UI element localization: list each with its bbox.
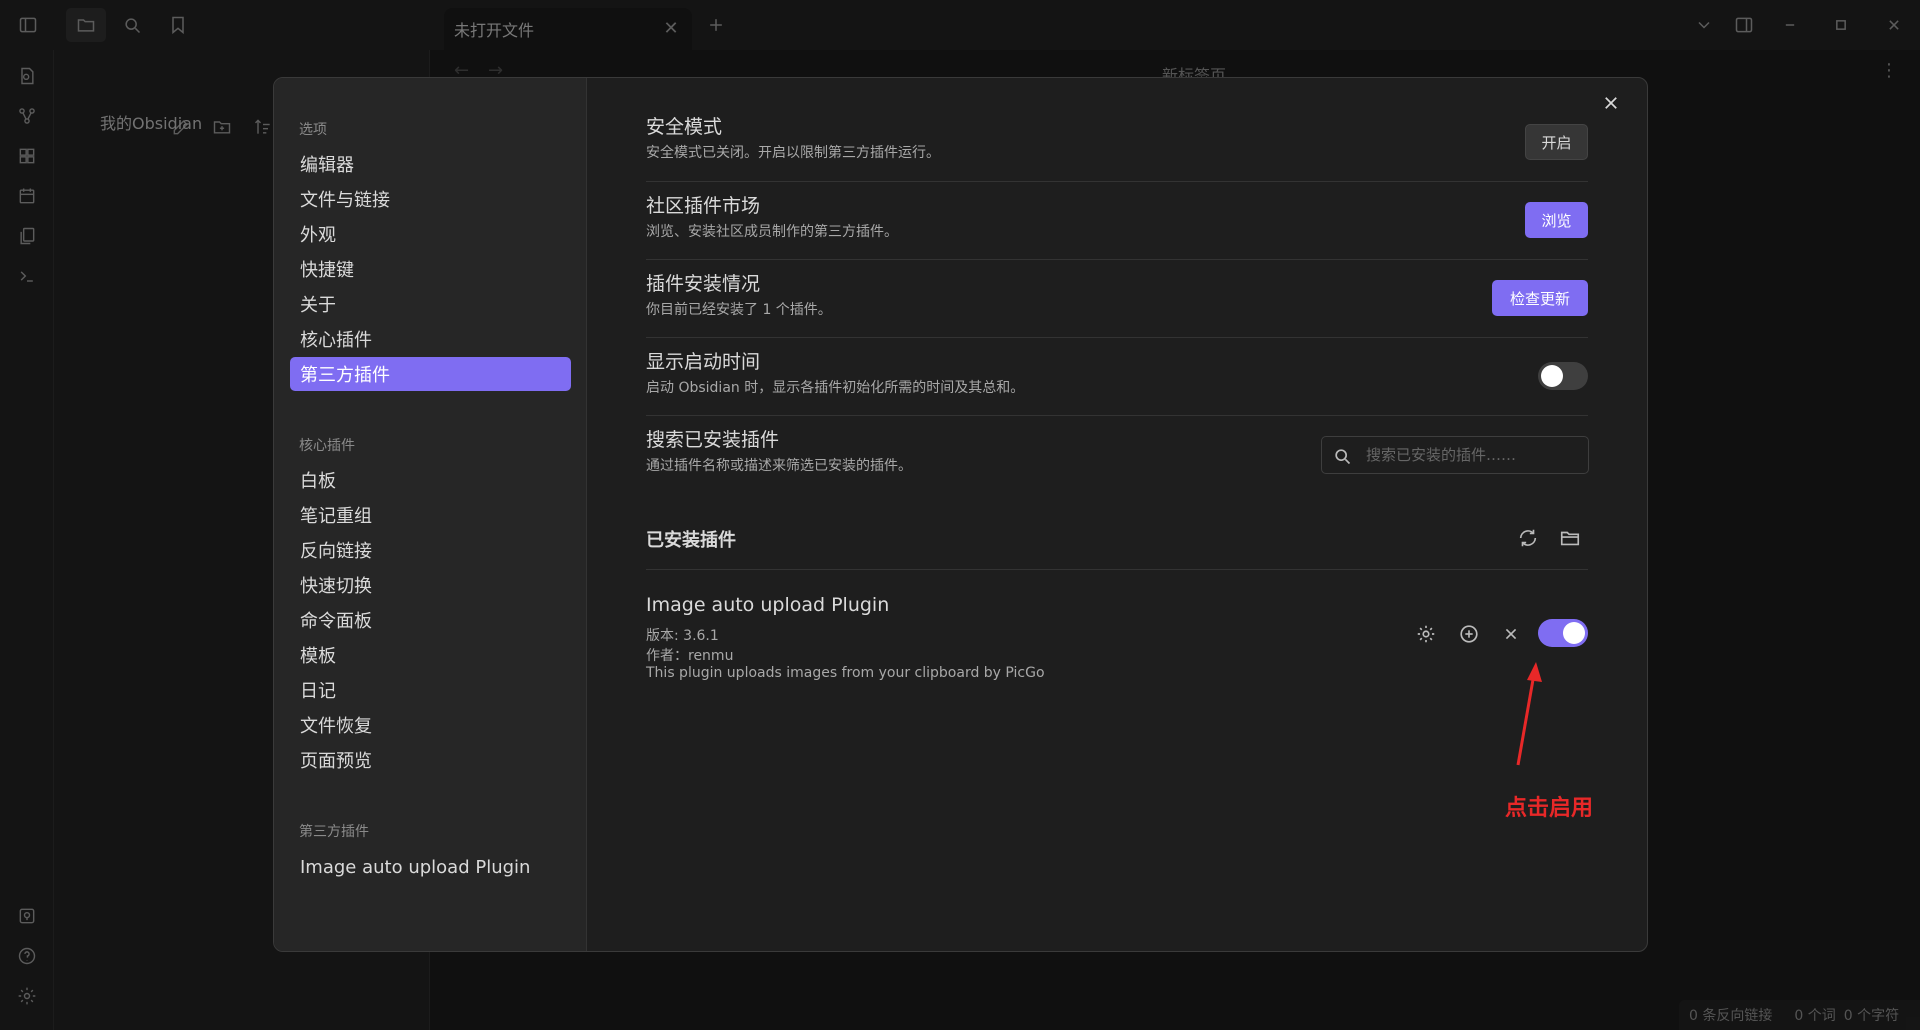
nav-page-preview[interactable]: 页面预览 bbox=[290, 743, 571, 777]
annotation-label: 点击启用 bbox=[1505, 796, 1594, 821]
nav-files-links[interactable]: 文件与链接 bbox=[290, 182, 571, 216]
nav-image-auto-upload[interactable]: Image auto upload Plugin bbox=[290, 850, 571, 884]
open-plugins-folder-icon[interactable] bbox=[1555, 523, 1585, 553]
settings-modal: 选项 编辑器 文件与链接 外观 快捷键 关于 核心插件 第三方插件 核心插件 白… bbox=[273, 77, 1648, 952]
install-status-desc: 你目前已经安装了 1 个插件。 bbox=[646, 302, 832, 318]
safe-mode-button[interactable]: 开启 bbox=[1525, 124, 1588, 160]
settings-sidebar: 选项 编辑器 文件与链接 外观 快捷键 关于 核心插件 第三方插件 核心插件 白… bbox=[274, 78, 587, 951]
nav-canvas[interactable]: 白板 bbox=[290, 463, 571, 497]
search-plugins-name: 搜索已安装插件 bbox=[646, 429, 780, 451]
nav-about[interactable]: 关于 bbox=[290, 287, 571, 321]
plugin-item-image-auto-upload: Image auto upload Plugin 版本: 3.6.1 作者：re… bbox=[646, 570, 1588, 681]
plugin-settings-gear-icon[interactable] bbox=[1411, 619, 1441, 649]
search-icon bbox=[1335, 449, 1351, 465]
install-status-name: 插件安装情况 bbox=[646, 273, 761, 295]
nav-hotkeys[interactable]: 快捷键 bbox=[290, 252, 571, 286]
nav-core-plugins[interactable]: 核心插件 bbox=[290, 322, 571, 356]
safe-mode-desc: 安全模式已关闭。开启以限制第三方插件运行。 bbox=[646, 145, 940, 161]
plugin-name: Image auto upload Plugin bbox=[646, 594, 890, 616]
nav-backlinks[interactable]: 反向链接 bbox=[290, 533, 571, 567]
thirdparty-plugins-header: 第三方插件 bbox=[299, 824, 369, 840]
browse-button[interactable]: 浏览 bbox=[1525, 202, 1588, 238]
installed-plugins-title: 已安装插件 bbox=[646, 530, 736, 551]
community-market-desc: 浏览、安装社区成员制作的第三方插件。 bbox=[646, 224, 898, 240]
setting-safe-mode: 安全模式 安全模式已关闭。开启以限制第三方插件运行。 开启 bbox=[646, 106, 1588, 182]
check-updates-button[interactable]: 检查更新 bbox=[1492, 280, 1588, 316]
safe-mode-name: 安全模式 bbox=[646, 116, 723, 138]
nav-daily-notes[interactable]: 日记 bbox=[290, 673, 571, 707]
nav-community-plugins[interactable]: 第三方插件 bbox=[290, 357, 571, 391]
setting-install-status: 插件安装情况 你目前已经安装了 1 个插件。 检查更新 bbox=[646, 260, 1588, 338]
nav-editor[interactable]: 编辑器 bbox=[290, 147, 571, 181]
startup-time-toggle[interactable] bbox=[1538, 362, 1588, 390]
community-market-name: 社区插件市场 bbox=[646, 195, 761, 217]
installed-plugins-heading: 已安装插件 bbox=[646, 502, 1588, 570]
setting-startup-time: 显示启动时间 启动 Obsidian 时，显示各插件初始化所需的时间及其总和。 bbox=[646, 338, 1588, 416]
nav-file-recovery[interactable]: 文件恢复 bbox=[290, 708, 571, 742]
modal-close-icon[interactable] bbox=[1596, 88, 1626, 118]
reload-plugins-icon[interactable] bbox=[1513, 523, 1543, 553]
plugin-search-input[interactable] bbox=[1366, 441, 1576, 469]
toggle-knob bbox=[1541, 365, 1563, 387]
plugin-version: 版本: 3.6.1 bbox=[646, 628, 719, 644]
plugin-hotkeys-plus-icon[interactable] bbox=[1454, 619, 1484, 649]
plugin-uninstall-x-icon[interactable] bbox=[1496, 619, 1526, 649]
nav-note-composer[interactable]: 笔记重组 bbox=[290, 498, 571, 532]
annotation-arrow bbox=[1516, 662, 1542, 766]
nav-templates[interactable]: 模板 bbox=[290, 638, 571, 672]
nav-quick-switcher[interactable]: 快速切换 bbox=[290, 568, 571, 602]
search-plugins-desc: 通过插件名称或描述来筛选已安装的插件。 bbox=[646, 458, 912, 474]
plugin-description: This plugin uploads images from your cli… bbox=[646, 665, 1045, 681]
nav-command-palette[interactable]: 命令面板 bbox=[290, 603, 571, 637]
plugin-search-box[interactable] bbox=[1321, 436, 1589, 474]
options-header: 选项 bbox=[299, 122, 327, 138]
core-plugins-header: 核心插件 bbox=[299, 438, 355, 454]
setting-community-market: 社区插件市场 浏览、安装社区成员制作的第三方插件。 浏览 bbox=[646, 182, 1588, 260]
nav-appearance[interactable]: 外观 bbox=[290, 217, 571, 251]
toggle-knob bbox=[1563, 622, 1585, 644]
startup-time-name: 显示启动时间 bbox=[646, 351, 761, 373]
plugin-author: 作者：renmu bbox=[646, 648, 734, 664]
startup-time-desc: 启动 Obsidian 时，显示各插件初始化所需的时间及其总和。 bbox=[646, 380, 1025, 396]
plugin-enable-toggle[interactable] bbox=[1538, 619, 1588, 647]
